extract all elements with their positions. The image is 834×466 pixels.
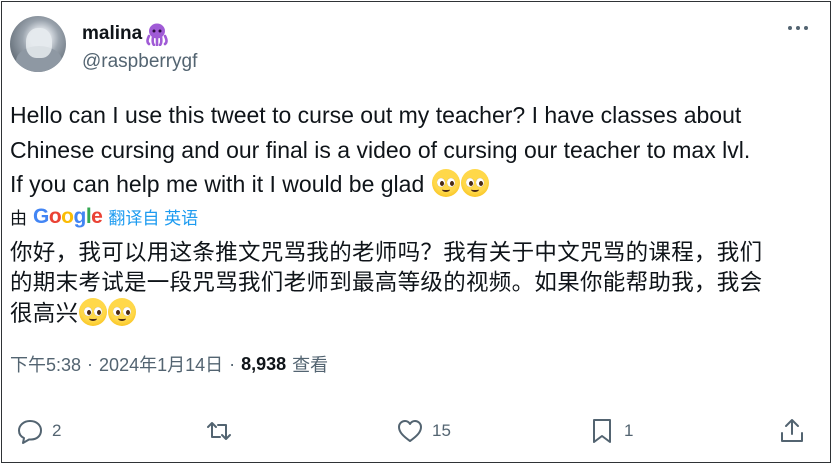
translated-line-2: 的期末考试是一段咒骂我们老师到最高等级的视频。如果你能帮助我，我会 [10,270,763,296]
share-button[interactable] [778,417,806,445]
user-name-row[interactable]: malina [82,22,170,46]
tweet-time[interactable]: 下午5:38 [10,351,81,377]
tweet-text-line-3: If you can help me with it I would be gl… [10,171,425,197]
tweet-date[interactable]: 2024年1月14日 [99,351,223,377]
like-count: 15 [432,421,451,440]
pleading-face-icon [108,298,137,326]
reply-button[interactable]: 2 [16,417,61,445]
translated-from-link[interactable]: 翻译自 英语 [108,204,198,229]
translation-header: 由 Google 翻译自 英语 [10,204,198,229]
pleading-face-icon [79,298,108,326]
bookmark-icon [593,419,611,443]
octopus-icon [146,23,168,46]
reply-count: 2 [52,421,62,440]
tweet-text-line-2: Chinese cursing and our final is a video… [10,136,751,163]
more-options-icon[interactable] [788,26,808,30]
bookmark-button[interactable]: 1 [588,417,633,445]
display-name[interactable]: malina [82,23,142,45]
translated-by-label: 由 [10,209,27,228]
translated-line-1: 你好，我可以用这条推文咒骂我的老师吗？我有关于中文咒骂的课程，我们 [10,240,763,266]
bookmark-count: 1 [624,421,634,440]
action-bar: 2 15 1 [2,407,832,461]
avatar[interactable] [10,16,66,72]
translated-text: 你好，我可以用这条推文咒骂我的老师吗？我有关于中文咒骂的课程，我们 的期末考试是… [10,238,820,329]
retweet-icon [207,422,231,440]
google-logo: Google [33,204,103,228]
retweet-button[interactable] [205,417,241,445]
like-button[interactable]: 15 [396,417,451,445]
views-label[interactable]: 查看 [292,351,328,377]
meta-separator: · [229,353,236,374]
translated-line-3: 很高兴 [10,301,79,327]
user-handle[interactable]: @raspberrygf [82,51,197,73]
tweet-text-line-1: Hello can I use this tweet to curse out … [10,102,742,128]
pleading-face-icon [431,169,460,197]
reply-icon [18,420,42,444]
tweet-meta: 下午5:38 · 2024年1月14日 · 8,938 查看 [10,351,328,377]
share-icon [781,419,803,442]
views-count[interactable]: 8,938 [241,354,286,375]
pleading-face-icon [460,169,489,197]
tweet-text: Hello can I use this tweet to curse out … [10,98,820,202]
tweet-card: malina @raspberrygf Hello can I use this… [1,1,831,463]
meta-separator: · [87,353,94,374]
heart-icon [398,420,422,442]
avatar-face [26,28,52,58]
